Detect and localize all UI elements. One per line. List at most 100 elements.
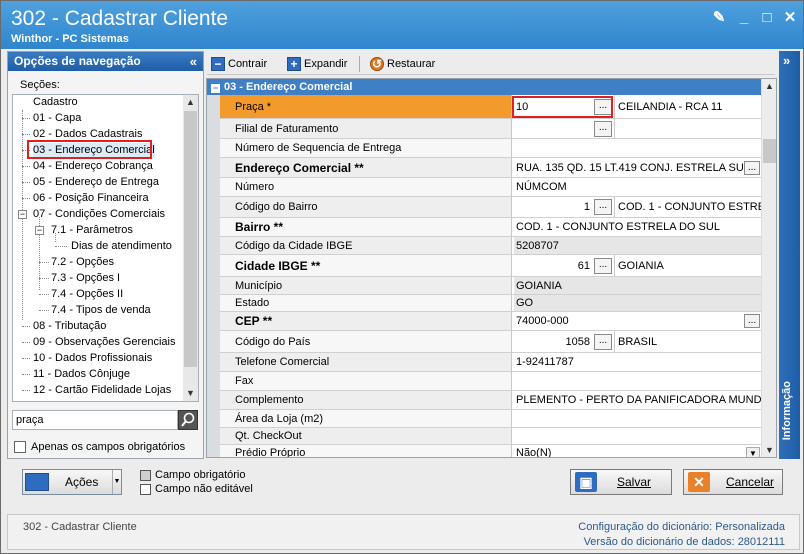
config-label: Configuração do dicionário: bbox=[578, 521, 713, 533]
only-required-checkbox[interactable]: Apenas os campos obrigatórios bbox=[14, 441, 185, 453]
fax-value[interactable] bbox=[514, 372, 762, 390]
filial-input[interactable]: ... bbox=[514, 119, 615, 138]
grid-scrollbar[interactable]: ▲ ▼ bbox=[761, 79, 776, 457]
tree-item-dados-conjuge[interactable]: 11 - Dados Cônjuge bbox=[33, 367, 130, 382]
lookup-button[interactable]: ... bbox=[594, 120, 612, 137]
tree-item-opcoes[interactable]: 7.2 - Opções bbox=[51, 255, 114, 270]
maximize-icon[interactable]: □ bbox=[758, 9, 776, 27]
legend-required: Campo obrigatório bbox=[140, 469, 246, 481]
bairro-value[interactable]: COD. 1 - CONJUNTO ESTRELA DO SUL bbox=[514, 218, 762, 236]
search-icon bbox=[181, 412, 195, 427]
tree-item-tributacao[interactable]: 08 - Tributação bbox=[33, 319, 106, 334]
chevron-down-icon[interactable]: ▼ bbox=[746, 446, 760, 457]
checkout-value[interactable] bbox=[514, 428, 762, 444]
row-qt-checkout[interactable]: Qt. CheckOut bbox=[220, 428, 762, 445]
info-side-tab[interactable]: » Informação bbox=[779, 51, 800, 459]
row-predio-proprio[interactable]: Prédio Próprio Não(N) ▼ bbox=[220, 445, 762, 457]
tree-item-tipos-venda[interactable]: 7.4 - Tipos de venda bbox=[51, 303, 151, 318]
area-loja-value[interactable] bbox=[514, 410, 762, 427]
row-area-loja[interactable]: Área da Loja (m2) bbox=[220, 410, 762, 428]
edit-icon[interactable]: ✎ bbox=[710, 9, 728, 27]
row-endereco-comercial[interactable]: Endereço Comercial ** RUA. 135 QD. 15 LT… bbox=[220, 158, 762, 178]
cidade-code-input[interactable]: 61 ... bbox=[514, 255, 615, 276]
actions-button[interactable]: Ações ▼ bbox=[22, 469, 122, 495]
tree-item-cartao-fidelidade[interactable]: 12 - Cartão Fidelidade Lojas bbox=[33, 383, 171, 398]
endereco-value[interactable]: RUA. 135 QD. 15 LT.419 CONJ. ESTRELA SUL… bbox=[514, 158, 762, 177]
pais-code-input[interactable]: 1058 ... bbox=[514, 331, 615, 352]
row-sequencia-entrega[interactable]: Número de Sequencia de Entrega bbox=[220, 139, 762, 158]
config-value: Personalizada bbox=[715, 521, 785, 533]
collapse-toggle-icon[interactable]: − bbox=[35, 226, 44, 235]
edit-text-button[interactable]: ... bbox=[744, 314, 760, 328]
tree-scrollbar[interactable]: ▲ ▼ bbox=[183, 95, 198, 401]
minimize-icon[interactable]: _ bbox=[735, 9, 753, 27]
grid-indent bbox=[207, 95, 220, 457]
row-complemento[interactable]: Complemento PLEMENTO - PERTO DA PANIFICA… bbox=[220, 391, 762, 410]
tree-item-condicoes-comerciais[interactable]: 07 - Condições Comerciais bbox=[33, 207, 165, 222]
cep-value[interactable]: 74000-000 ... bbox=[514, 312, 762, 330]
row-codigo-pais[interactable]: Código do País 1058 ... BRASIL bbox=[220, 331, 762, 353]
chevron-down-icon[interactable]: ▼ bbox=[112, 470, 121, 494]
legend-required-label: Campo obrigatório bbox=[155, 469, 246, 481]
row-telefone-comercial[interactable]: Telefone Comercial 1-92411787 bbox=[220, 353, 762, 372]
tree-item-dados-profissionais[interactable]: 10 - Dados Profissionais bbox=[33, 351, 152, 366]
row-codigo-bairro[interactable]: Código do Bairro 1 ... COD. 1 - CONJUNTO… bbox=[220, 197, 762, 218]
tree-item-capa[interactable]: 01 - Capa bbox=[33, 111, 81, 126]
expand-button[interactable]: + Expandir bbox=[287, 55, 347, 73]
lookup-button[interactable]: ... bbox=[594, 333, 612, 350]
telefone-value[interactable]: 1-92411787 bbox=[514, 353, 762, 371]
lookup-button[interactable]: ... bbox=[594, 257, 612, 274]
field-label: CEP ** bbox=[220, 312, 512, 330]
row-fax[interactable]: Fax bbox=[220, 372, 762, 391]
search-button[interactable] bbox=[178, 410, 198, 430]
field-label: Fax bbox=[220, 372, 512, 390]
collapse-right-icon[interactable]: » bbox=[783, 53, 790, 68]
tree-item-endereco-entrega[interactable]: 05 - Endereço de Entrega bbox=[33, 175, 159, 190]
tree-item-cadastro[interactable]: Cadastro bbox=[33, 95, 78, 110]
scroll-up-icon[interactable]: ▲ bbox=[762, 79, 776, 93]
scroll-thumb[interactable] bbox=[184, 111, 197, 367]
title-bar: 302 - Cadastrar Cliente Winthor - PC Sis… bbox=[1, 1, 803, 49]
scroll-up-icon[interactable]: ▲ bbox=[183, 95, 198, 110]
tree-item-parametros[interactable]: 7.1 - Parâmetros bbox=[51, 223, 133, 238]
scroll-thumb[interactable] bbox=[763, 139, 776, 163]
collapse-toggle-icon[interactable]: − bbox=[211, 84, 220, 93]
row-numero[interactable]: Número NÚMCOM bbox=[220, 178, 762, 197]
row-cidade-ibge[interactable]: Cidade IBGE ** 61 ... GOIANIA bbox=[220, 255, 762, 277]
window-subtitle: Winthor - PC Sistemas bbox=[11, 33, 129, 45]
tree-item-opcoes-ii[interactable]: 7.4 - Opções II bbox=[51, 287, 123, 302]
row-bairro[interactable]: Bairro ** COD. 1 - CONJUNTO ESTRELA DO S… bbox=[220, 218, 762, 237]
save-icon: ▣ bbox=[575, 472, 597, 492]
row-cep[interactable]: CEP ** 74000-000 ... bbox=[220, 312, 762, 331]
field-label: Endereço Comercial ** bbox=[220, 158, 512, 177]
bairro-code-input[interactable]: 1 ... bbox=[514, 197, 615, 217]
field-label: Filial de Faturamento bbox=[220, 119, 512, 138]
field-label: Número bbox=[220, 178, 512, 196]
checkbox-box[interactable] bbox=[14, 441, 26, 453]
restore-button[interactable]: ↺ Restaurar bbox=[370, 55, 435, 73]
scroll-down-icon[interactable]: ▼ bbox=[183, 386, 198, 401]
tree-item-opcoes-i[interactable]: 7.3 - Opções I bbox=[51, 271, 120, 286]
save-button[interactable]: ▣ Salvar bbox=[570, 469, 672, 495]
numero-value[interactable]: NÚMCOM bbox=[514, 178, 762, 196]
section-search-input[interactable] bbox=[12, 410, 178, 430]
tree-item-observacoes[interactable]: 09 - Observações Gerenciais bbox=[33, 335, 175, 350]
lookup-button[interactable]: ... bbox=[594, 199, 612, 215]
row-filial-faturamento[interactable]: Filial de Faturamento ... bbox=[220, 119, 762, 139]
row-praca[interactable]: Praça * 10 ... CEILANDIA - RCA 11 bbox=[220, 95, 762, 119]
field-label: Telefone Comercial bbox=[220, 353, 512, 371]
cancel-button[interactable]: ✕ Cancelar bbox=[683, 469, 783, 495]
collapse-toggle-icon[interactable]: − bbox=[18, 210, 27, 219]
collapse-button[interactable]: − Contrair bbox=[211, 55, 267, 73]
edit-text-button[interactable]: ... bbox=[744, 160, 760, 175]
scroll-down-icon[interactable]: ▼ bbox=[762, 443, 776, 457]
tree-item-posicao-financeira[interactable]: 06 - Posição Financeira bbox=[33, 191, 149, 206]
predio-proprio-select[interactable]: Não(N) ▼ bbox=[514, 445, 762, 457]
close-icon[interactable]: ✕ bbox=[781, 9, 799, 27]
tree-item-dias-atendimento[interactable]: Dias de atendimento bbox=[71, 239, 172, 254]
sequencia-value[interactable] bbox=[514, 139, 762, 157]
group-header[interactable]: −03 - Endereço Comercial bbox=[207, 79, 762, 95]
complemento-value[interactable]: PLEMENTO - PERTO DA PANIFICADORA MUNDIAL bbox=[514, 391, 762, 409]
tree-item-endereco-cobranca[interactable]: 04 - Endereço Cobrança bbox=[33, 159, 153, 174]
collapse-left-icon[interactable]: « bbox=[190, 52, 197, 71]
